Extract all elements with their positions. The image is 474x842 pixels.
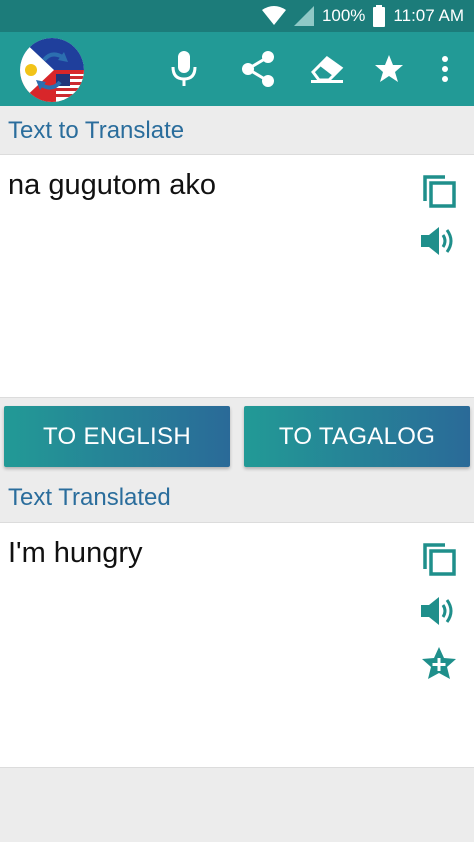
- favorites-button[interactable]: [368, 48, 410, 90]
- to-tagalog-button[interactable]: TO TAGALOG: [244, 406, 470, 467]
- share-button[interactable]: [237, 48, 279, 90]
- cell-signal-icon: [293, 6, 314, 26]
- overflow-menu-icon: [442, 56, 448, 82]
- copy-input-button[interactable]: [419, 171, 459, 211]
- speaker-icon: [421, 227, 453, 255]
- input-text[interactable]: na gugutom ako: [8, 169, 216, 202]
- copy-icon: [423, 175, 456, 208]
- battery-icon: [373, 5, 386, 27]
- eraser-icon: [311, 56, 344, 83]
- copy-icon: [423, 543, 456, 576]
- translated-text: I'm hungry: [8, 537, 143, 569]
- overflow-menu-button[interactable]: [424, 48, 466, 90]
- share-icon: [242, 51, 274, 87]
- add-favorite-icon: [422, 647, 456, 679]
- star-icon: [375, 55, 403, 82]
- speak-output-button[interactable]: [419, 591, 459, 631]
- clear-button[interactable]: [306, 48, 348, 90]
- input-panel[interactable]: na gugutom ako: [0, 154, 474, 398]
- to-english-button[interactable]: TO ENGLISH: [4, 406, 230, 467]
- status-bar: 100% 11:07 AM: [0, 0, 474, 32]
- microphone-button[interactable]: [163, 48, 205, 90]
- copy-output-button[interactable]: [419, 539, 459, 579]
- flag-translate-logo: [20, 38, 84, 102]
- app-bar: [0, 32, 474, 106]
- wifi-icon: [261, 6, 286, 26]
- speak-input-button[interactable]: [419, 221, 459, 261]
- output-panel: I'm hungry: [0, 522, 474, 768]
- add-favorite-button[interactable]: [419, 643, 459, 683]
- clock: 11:07 AM: [393, 6, 464, 25]
- output-section-label: Text Translated: [8, 484, 171, 511]
- input-section-label: Text to Translate: [8, 117, 185, 144]
- microphone-icon: [171, 51, 197, 86]
- speaker-icon: [421, 597, 453, 625]
- battery-percent: 100%: [321, 6, 366, 25]
